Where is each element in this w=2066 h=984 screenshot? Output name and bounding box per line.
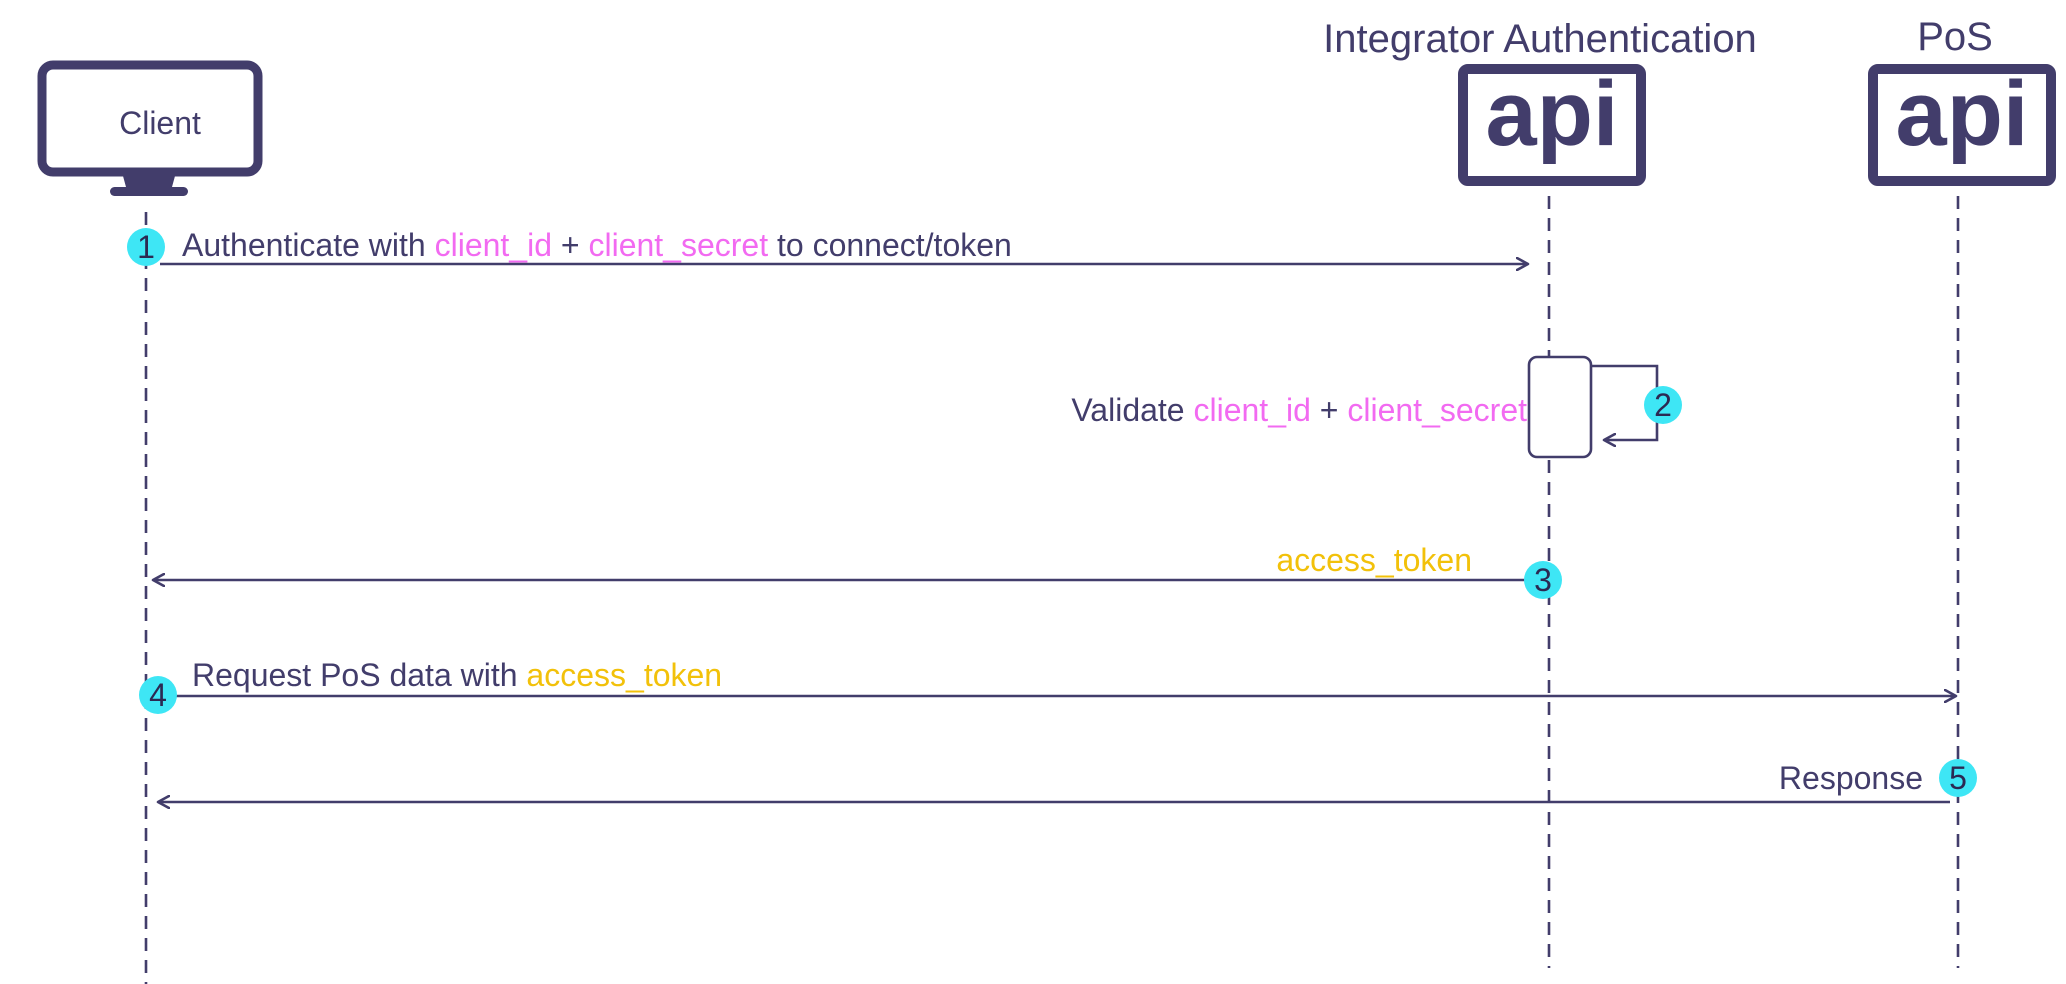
step-number: 1 [137,229,155,265]
step-1-label: Authenticate with client_id + client_sec… [182,227,1012,263]
client-secret-highlight: client_secret [1347,392,1527,428]
access-token-highlight: access_token [526,657,722,693]
client-participant: Client [37,60,263,196]
api-icon: api [1458,63,1646,186]
step-5: 5 Response [158,759,1977,802]
auth-title: Integrator Authentication [1323,17,1757,61]
step-number: 5 [1949,760,1967,796]
client-id-highlight: client_id [1193,392,1310,428]
client-secret-highlight: client_secret [588,227,768,263]
client-id-highlight: client_id [435,227,552,263]
step-4-label: Request PoS data with access_token [192,657,722,693]
step-2: 2 Validate client_id + client_secret [1071,355,1682,459]
step-number: 3 [1534,562,1552,598]
label-text: Authenticate with [182,227,435,263]
step-3-label: access_token [1276,542,1472,578]
activation-box [1527,355,1593,459]
auth-api-label: api [1486,63,1619,165]
pos-api-label: api [1896,63,2029,165]
auth-participant: Integrator Authentication api [1323,17,1757,186]
label-text: Validate [1071,392,1193,428]
sequence-diagram: Client Integrator Authentication api PoS… [37,15,2056,984]
access-token-highlight: access_token [1276,542,1472,578]
api-icon: api [1868,63,2056,186]
client-label: Client [119,105,201,141]
step-1: 1 Authenticate with client_id + client_s… [127,227,1528,266]
step-2-label: Validate client_id + client_secret [1071,392,1527,428]
label-text: Response [1779,760,1923,796]
label-text: + [552,227,588,263]
pos-title: PoS [1917,15,1993,59]
label-text: Request PoS data with [192,657,526,693]
step-4: 4 Request PoS data with access_token [139,657,1956,714]
step-number: 4 [149,677,167,713]
step-3: 3 access_token [153,542,1562,599]
label-text: to connect/token [768,227,1012,263]
pos-participant: PoS api [1868,15,2056,186]
step-number: 2 [1654,387,1672,423]
step-5-label: Response [1779,760,1923,796]
label-text: + [1311,392,1347,428]
